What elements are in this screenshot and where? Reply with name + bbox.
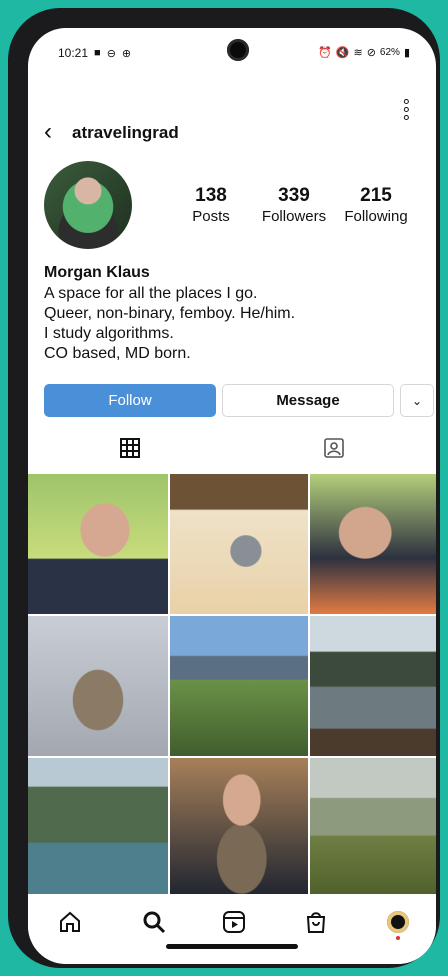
more-vertical-icon[interactable]: ° ° ° bbox=[403, 97, 410, 131]
posts-count: 138 bbox=[195, 185, 227, 206]
profile-bio: Morgan Klaus A space for all the places … bbox=[44, 264, 424, 364]
message-button[interactable]: Message bbox=[222, 384, 394, 417]
battery-text: 62% bbox=[379, 47, 400, 58]
tagged-icon bbox=[324, 438, 344, 458]
location-icon: ⊕ bbox=[121, 47, 132, 60]
profile-avatar-small bbox=[387, 911, 409, 933]
reels-icon bbox=[223, 911, 245, 933]
posts-grid bbox=[28, 474, 436, 898]
bottom-nav bbox=[28, 894, 436, 964]
profile-avatar[interactable] bbox=[44, 161, 132, 249]
follow-button[interactable]: Follow bbox=[44, 384, 216, 417]
nav-shop[interactable] bbox=[298, 904, 334, 940]
chevron-down-icon: ⌄ bbox=[411, 393, 423, 408]
status-time: 10:21 bbox=[58, 46, 89, 60]
bio-line: CO based, MD born. bbox=[44, 345, 191, 362]
grid-post[interactable] bbox=[28, 616, 168, 756]
tab-tagged[interactable] bbox=[232, 430, 436, 466]
back-arrow-icon[interactable]: ‹ bbox=[44, 118, 52, 146]
phone-frame: 10:21 ■ ⊖ ⊕ ⏰ 🔇 ≋ ⊘ 62% ▮ ‹ atravelingra… bbox=[8, 8, 440, 968]
bio-line: Queer, non-binary, femboy. He/him. bbox=[44, 305, 296, 322]
profile-username: atravelingrad bbox=[72, 123, 179, 142]
dnd-icon: ⊖ bbox=[106, 47, 116, 60]
status-bar: 10:21 ■ ⊖ ⊕ ⏰ 🔇 ≋ ⊘ 62% ▮ bbox=[28, 46, 436, 66]
grid-post[interactable] bbox=[28, 758, 168, 898]
grid-post[interactable] bbox=[310, 758, 436, 898]
profile-header: ‹ atravelingrad ° ° ° bbox=[28, 97, 436, 150]
following-label: Following bbox=[344, 208, 408, 225]
grid-post[interactable] bbox=[170, 758, 308, 898]
posts-label: Posts bbox=[192, 208, 230, 225]
wifi-icon: ≋ bbox=[353, 47, 363, 59]
video-icon: ■ bbox=[94, 47, 101, 59]
grid-post[interactable] bbox=[310, 474, 436, 614]
grid-post[interactable] bbox=[310, 616, 436, 756]
search-icon bbox=[143, 911, 166, 934]
grid-post[interactable] bbox=[170, 474, 308, 614]
home-indicator[interactable] bbox=[166, 944, 298, 949]
grid-post[interactable] bbox=[28, 474, 168, 614]
nav-reels[interactable] bbox=[216, 904, 252, 940]
profile-tabs bbox=[28, 430, 436, 466]
notification-dot bbox=[396, 936, 400, 940]
profile-name: Morgan Klaus bbox=[44, 264, 150, 281]
battery-icon: ▮ bbox=[403, 47, 410, 59]
home-icon bbox=[60, 911, 80, 932]
followers-count: 339 bbox=[278, 185, 310, 206]
stat-followers[interactable]: 339 Followers bbox=[254, 185, 334, 225]
nav-home[interactable] bbox=[52, 904, 88, 940]
stat-posts[interactable]: 138 Posts bbox=[176, 185, 246, 225]
bio-line: A space for all the places I go. bbox=[44, 285, 258, 302]
stat-following[interactable]: 215 Following bbox=[338, 185, 414, 225]
shop-icon bbox=[306, 912, 326, 933]
following-count: 215 bbox=[360, 185, 392, 206]
followers-label: Followers bbox=[261, 208, 327, 225]
alarm-icon: ⏰ bbox=[318, 47, 332, 59]
no-sim-icon: ⊘ bbox=[366, 47, 376, 59]
suggested-dropdown-button[interactable]: ⌄ bbox=[400, 384, 434, 417]
nav-search[interactable] bbox=[136, 904, 172, 940]
mute-icon: 🔇 bbox=[335, 47, 350, 59]
grid-post[interactable] bbox=[170, 616, 308, 756]
nav-profile[interactable] bbox=[380, 904, 416, 940]
grid-icon bbox=[120, 438, 140, 458]
bio-line: I study algorithms. bbox=[44, 325, 174, 342]
tab-grid[interactable] bbox=[28, 430, 232, 466]
screen: 10:21 ■ ⊖ ⊕ ⏰ 🔇 ≋ ⊘ 62% ▮ ‹ atravelingra… bbox=[28, 28, 436, 964]
